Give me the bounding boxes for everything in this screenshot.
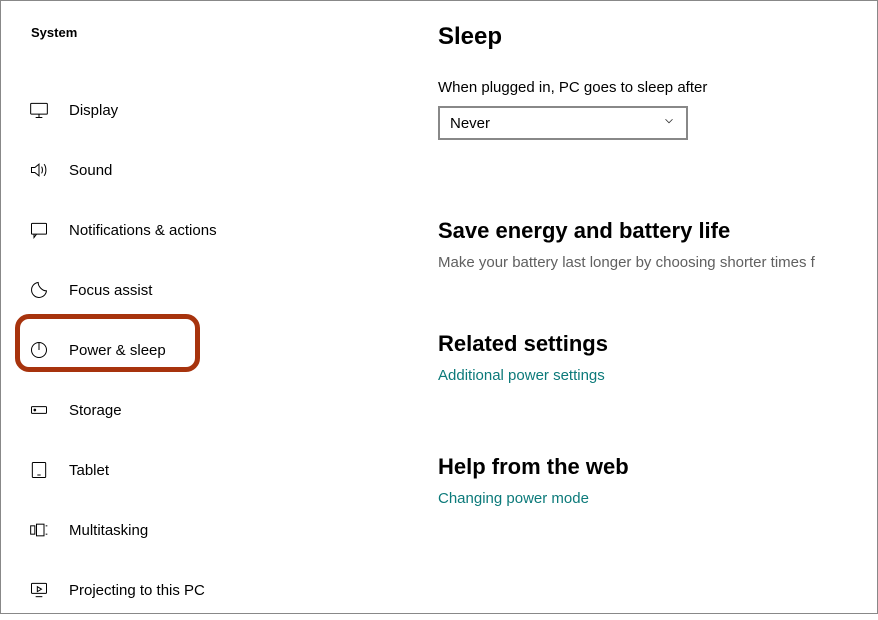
sidebar-item-label: Notifications & actions: [69, 222, 217, 239]
sidebar-item-label: Multitasking: [69, 522, 148, 539]
sidebar-item-label: Sound: [69, 162, 112, 179]
sidebar-item-label: Display: [69, 102, 118, 119]
sidebar-item-display[interactable]: Display: [29, 80, 416, 140]
related-settings-heading: Related settings: [438, 331, 877, 357]
sidebar-item-label: Storage: [69, 402, 122, 419]
sidebar-title: System: [29, 25, 416, 40]
storage-icon: [29, 400, 69, 420]
sidebar-item-sound[interactable]: Sound: [29, 140, 416, 200]
sound-icon: [29, 160, 69, 180]
sidebar-item-storage[interactable]: Storage: [29, 380, 416, 440]
projecting-icon: [29, 580, 69, 600]
sidebar-item-label: Power & sleep: [69, 342, 166, 359]
notifications-icon: [29, 220, 69, 240]
sidebar-item-power-sleep[interactable]: Power & sleep: [29, 320, 416, 380]
sidebar-nav: Display Sound Notifications & actions Fo…: [29, 80, 416, 620]
tablet-icon: [29, 460, 69, 480]
focus-assist-icon: [29, 280, 69, 300]
energy-description: Make your battery last longer by choosin…: [438, 254, 877, 271]
help-heading: Help from the web: [438, 454, 877, 480]
sleep-heading: Sleep: [438, 23, 877, 51]
sidebar-item-label: Projecting to this PC: [69, 582, 205, 599]
multitasking-icon: [29, 520, 69, 540]
sleep-dropdown[interactable]: Never: [438, 106, 688, 140]
sidebar-item-tablet[interactable]: Tablet: [29, 440, 416, 500]
sidebar-item-label: Focus assist: [69, 282, 152, 299]
sidebar-item-multitasking[interactable]: Multitasking: [29, 500, 416, 560]
additional-power-settings-link[interactable]: Additional power settings: [438, 367, 605, 384]
sidebar-item-focus-assist[interactable]: Focus assist: [29, 260, 416, 320]
display-icon: [29, 100, 69, 120]
sidebar: System Display Sound Notifications & act…: [1, 1, 416, 613]
power-icon: [29, 340, 69, 360]
energy-heading: Save energy and battery life: [438, 218, 877, 244]
sleep-field-label: When plugged in, PC goes to sleep after: [438, 79, 877, 96]
sleep-dropdown-value: Never: [450, 115, 490, 132]
sidebar-item-notifications[interactable]: Notifications & actions: [29, 200, 416, 260]
sidebar-item-label: Tablet: [69, 462, 109, 479]
main-content: Sleep When plugged in, PC goes to sleep …: [416, 1, 877, 613]
changing-power-mode-link[interactable]: Changing power mode: [438, 490, 589, 507]
sidebar-item-projecting[interactable]: Projecting to this PC: [29, 560, 416, 620]
chevron-down-icon: [662, 114, 676, 132]
